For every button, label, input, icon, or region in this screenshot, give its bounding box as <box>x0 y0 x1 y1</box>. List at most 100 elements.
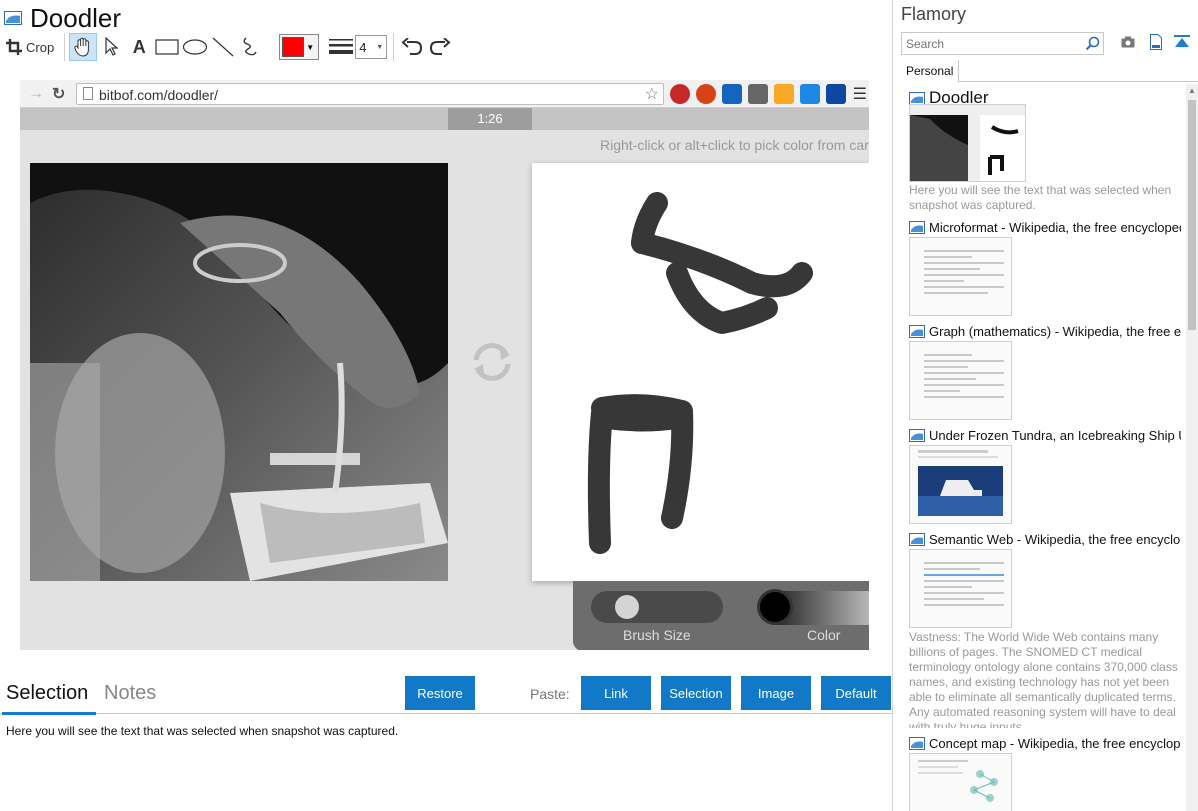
scroll-thumb[interactable] <box>1188 100 1196 330</box>
title-bar: Doodler <box>4 2 121 34</box>
selection-text[interactable]: Here you will see the text that was sele… <box>6 724 398 738</box>
main-pane: Doodler Crop A ▼ 4 ▼ → ↻ bitbof.com/dood… <box>0 0 893 811</box>
timer: 1:26 <box>448 108 532 130</box>
flamory-sidebar: Flamory Personal Doodler <box>894 0 1198 811</box>
snapshot-icon <box>909 91 925 105</box>
brush-size-knob <box>615 595 639 619</box>
chevron-down-icon: ▼ <box>306 42 315 52</box>
thumbnail-page-lines <box>924 562 1004 610</box>
tab-notes[interactable]: Notes <box>104 682 156 705</box>
snapshot-thumbnail[interactable] <box>909 549 1012 628</box>
select-tool-button[interactable] <box>97 33 125 61</box>
forward-arrow-icon: → <box>28 85 44 102</box>
chevron-down-icon: ▼ <box>376 43 384 51</box>
snapshot-title: Concept map - Wikipedia, the free encycl… <box>929 736 1181 751</box>
snapshot-title: Microformat - Wikipedia, the free encycl… <box>929 220 1181 235</box>
search-input[interactable] <box>904 35 1084 52</box>
crop-button[interactable]: Crop <box>4 33 60 61</box>
color-knob <box>757 589 793 625</box>
snapshot-item[interactable]: Concept map - Wikipedia, the free encycl… <box>909 736 1181 751</box>
snapshot-title: Doodler <box>30 2 122 33</box>
page-icon <box>83 87 93 100</box>
menu-icon: ☰ <box>852 86 867 103</box>
snapshot-thumbnail[interactable] <box>909 341 1012 420</box>
snapshot-thumbnail[interactable] <box>909 237 1012 316</box>
line-icon <box>212 37 234 57</box>
snapshot-item[interactable]: Graph (mathematics) - Wikipedia, the fre… <box>909 324 1181 339</box>
dock-top-icon[interactable] <box>1174 35 1190 49</box>
thumbnail-image <box>910 754 1011 811</box>
snapshot-list: Doodler Here you will see the text that … <box>894 84 1184 811</box>
address-bar: bitbof.com/doodler/ ☆ <box>76 83 664 105</box>
active-tab-indicator <box>2 712 96 715</box>
hint-text: Right-click or alt+click to pick color f… <box>600 137 869 153</box>
line-tool-button[interactable] <box>209 33 237 61</box>
sidebar-title: Flamory <box>901 4 967 24</box>
hand-icon <box>74 37 90 57</box>
snapshot-item[interactable]: Semantic Web - Wikipedia, the free encyc… <box>909 532 1181 547</box>
adblock-icon <box>696 84 716 104</box>
reload-icon: ↻ <box>52 86 66 103</box>
drawing-canvas <box>532 163 869 581</box>
restore-button[interactable]: Restore <box>405 676 475 710</box>
camera-icon[interactable] <box>1121 36 1135 48</box>
line-width-select[interactable]: 4 ▼ <box>355 35 388 59</box>
reference-photo <box>30 163 448 581</box>
tab-selection[interactable]: Selection <box>6 682 88 705</box>
paste-image-button[interactable]: Image <box>741 676 811 710</box>
snapshot-thumbnail[interactable] <box>909 445 1012 524</box>
tab-personal[interactable]: Personal <box>901 60 960 83</box>
flamory-app-icon <box>4 11 22 25</box>
brush-controls: Brush Size Color <box>573 581 869 650</box>
paste-default-button[interactable]: Default <box>821 676 891 710</box>
snapshot-image[interactable]: → ↻ bitbof.com/doodler/ ☆ ☰ 1:26 Right-c… <box>20 80 869 650</box>
sidebar-scrollbar[interactable]: ▲ <box>1186 84 1198 811</box>
search-icon[interactable] <box>1085 36 1100 51</box>
snapshot-title: Graph (mathematics) - Wikipedia, the fre… <box>929 324 1181 339</box>
paste-link-button[interactable]: Link <box>581 676 651 710</box>
annotation-toolbar: Crop A ▼ 4 ▼ <box>4 33 454 61</box>
toolbar-separator <box>64 33 66 61</box>
toolbar-separator <box>393 33 395 61</box>
document-icon[interactable] <box>1150 34 1162 50</box>
thumbnail-image <box>910 105 1025 181</box>
url-text: bitbof.com/doodler/ <box>99 87 219 103</box>
paste-selection-button[interactable]: Selection <box>661 676 731 710</box>
freehand-tool-button[interactable] <box>237 33 265 61</box>
rectangle-icon <box>155 39 179 55</box>
snapshot-description: Vastness: The World Wide Web contains ma… <box>909 630 1178 728</box>
paste-label: Paste: <box>530 686 570 702</box>
brush-size-label: Brush Size <box>623 627 691 643</box>
extension-icon <box>670 84 690 104</box>
snapshot-description: Here you will see the text that was sele… <box>909 183 1172 212</box>
snapshot-title: Semantic Web - Wikipedia, the free encyc… <box>929 532 1181 547</box>
hand-tool-button[interactable] <box>69 33 98 61</box>
rectangle-tool-button[interactable] <box>153 33 181 61</box>
freehand-icon <box>243 37 257 56</box>
sidebar-tab-row: Personal <box>901 60 1198 83</box>
brush-size-slider <box>591 591 723 623</box>
color-label: Color <box>807 627 841 643</box>
redo-button[interactable] <box>426 33 454 61</box>
crop-label: Crop <box>26 39 55 55</box>
text-tool-button[interactable]: A <box>125 33 153 61</box>
snapshot-item[interactable]: Microformat - Wikipedia, the free encycl… <box>909 220 1181 235</box>
snapshot-thumbnail[interactable] <box>909 753 1012 811</box>
color-picker[interactable]: ▼ <box>279 34 320 60</box>
search-box <box>901 32 1104 55</box>
crop-icon <box>6 39 22 55</box>
color-swatch <box>282 37 305 57</box>
text-tool-icon: A <box>132 36 146 57</box>
thumbnail-image <box>910 446 1011 523</box>
redo-icon <box>430 38 451 55</box>
timer-strip <box>20 108 869 130</box>
browser-toolbar: → ↻ bitbof.com/doodler/ ☆ ☰ <box>20 80 869 108</box>
extension-icon <box>774 84 794 104</box>
undo-button[interactable] <box>398 33 426 61</box>
snapshot-thumbnail[interactable] <box>909 104 1026 182</box>
ellipse-tool-button[interactable] <box>181 33 209 61</box>
scroll-up-icon[interactable]: ▲ <box>1186 84 1198 98</box>
snapshot-icon <box>909 325 925 338</box>
snapshot-title: Under Frozen Tundra, an Icebreaking Ship… <box>929 428 1181 443</box>
snapshot-item[interactable]: Under Frozen Tundra, an Icebreaking Ship… <box>909 428 1181 443</box>
